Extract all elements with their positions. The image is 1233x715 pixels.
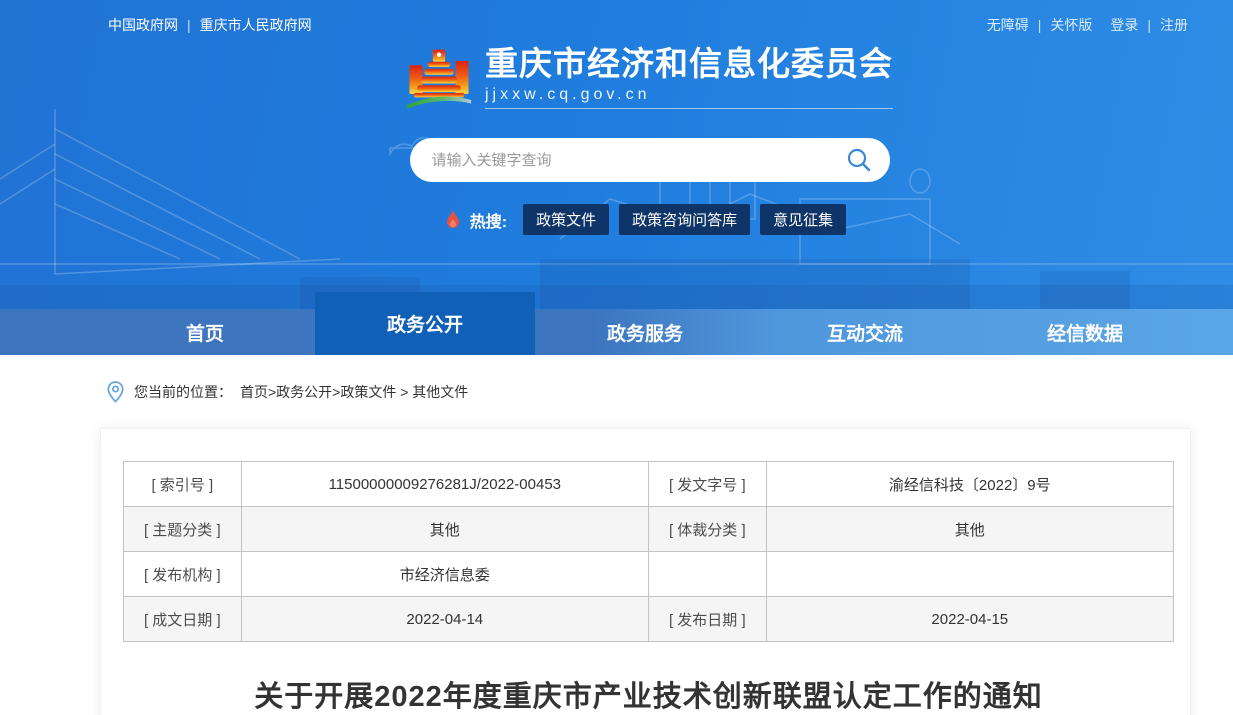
link-register[interactable]: 注册 (1160, 17, 1188, 33)
table-row: [ 发布机构 ] 市经济信息委 (124, 552, 1174, 597)
meta-value-genre-category: 其他 (766, 507, 1173, 552)
meta-value-topic-category: 其他 (241, 507, 648, 552)
document-card: [ 索引号 ] 11500000009276281J/2022-00453 [ … (100, 428, 1191, 715)
header-center-block: 重庆市经济和信息化委员会 jjxxw.cq.gov.cn 热搜: 政策文件 政策… (370, 43, 930, 235)
table-row: [ 成文日期 ] 2022-04-14 [ 发布日期 ] 2022-04-15 (124, 597, 1174, 642)
topbar: 中国政府网 | 重庆市人民政府网 无障碍 | 关怀版 登录 | 注册 (0, 0, 1233, 35)
flame-icon (443, 209, 463, 231)
breadcrumb: 您当前的位置： 首页>政务公开>政策文件 > 其他文件 (0, 355, 1233, 428)
separator: | (1038, 17, 1042, 33)
meta-value-written-date: 2022-04-14 (241, 597, 648, 642)
meta-value-document-number: 渝经信科技〔2022〕9号 (766, 462, 1173, 507)
search-icon (846, 147, 872, 173)
search-input[interactable] (432, 152, 846, 169)
agency-logo-icon (406, 43, 472, 117)
article-title: 关于开展2022年度重庆市产业技术创新联盟认定工作的通知 (123, 673, 1174, 715)
main-nav: 首页 政务公开 政务服务 互动交流 经信数据 (0, 309, 1233, 355)
nav-tab-economic-data[interactable]: 经信数据 (975, 309, 1195, 355)
nav-tab-home[interactable]: 首页 (95, 309, 315, 355)
link-care-version[interactable]: 关怀版 (1050, 17, 1092, 33)
meta-label-empty (648, 552, 766, 597)
site-brand: 重庆市经济和信息化委员会 jjxxw.cq.gov.cn (370, 43, 930, 117)
document-meta-table: [ 索引号 ] 11500000009276281J/2022-00453 [ … (123, 461, 1174, 642)
site-header: 中国政府网 | 重庆市人民政府网 无障碍 | 关怀版 登录 | 注册 (0, 0, 1233, 355)
meta-value-index-number: 11500000009276281J/2022-00453 (241, 462, 648, 507)
nav-tab-government-services[interactable]: 政务服务 (535, 309, 755, 355)
link-accessibility[interactable]: 无障碍 (987, 17, 1029, 33)
breadcrumb-path[interactable]: 首页>政务公开>政策文件 > 其他文件 (240, 382, 468, 402)
link-chongqing-gov[interactable]: 重庆市人民政府网 (200, 17, 312, 33)
search-button[interactable] (846, 147, 872, 173)
brand-text: 重庆市经济和信息化委员会 jjxxw.cq.gov.cn (485, 43, 893, 109)
search-bar (410, 138, 890, 182)
site-title: 重庆市经济和信息化委员会 (485, 43, 893, 84)
separator: | (187, 17, 191, 33)
separator: | (1147, 17, 1151, 33)
topbar-left-links: 中国政府网 | 重庆市人民政府网 (108, 15, 312, 35)
meta-label-document-number: [ 发文字号 ] (648, 462, 766, 507)
hot-search-row: 热搜: 政策文件 政策咨询问答库 意见征集 (370, 204, 930, 235)
link-login[interactable]: 登录 (1110, 17, 1138, 33)
meta-label-genre-category: [ 体裁分类 ] (648, 507, 766, 552)
meta-label-publish-date: [ 发布日期 ] (648, 597, 766, 642)
meta-label-written-date: [ 成文日期 ] (124, 597, 242, 642)
table-row: [ 主题分类 ] 其他 [ 体裁分类 ] 其他 (124, 507, 1174, 552)
hot-search-label: 热搜: (470, 208, 507, 232)
meta-label-issuing-agency: [ 发布机构 ] (124, 552, 242, 597)
nav-tab-interaction[interactable]: 互动交流 (755, 309, 975, 355)
nav-tab-government-disclosure[interactable]: 政务公开 (315, 292, 535, 355)
location-pin-icon (106, 381, 125, 403)
site-domain: jjxxw.cq.gov.cn (485, 86, 893, 104)
meta-value-issuing-agency: 市经济信息委 (241, 552, 648, 597)
topbar-right-links: 无障碍 | 关怀版 登录 | 注册 (987, 15, 1188, 35)
meta-value-publish-date: 2022-04-15 (766, 597, 1173, 642)
meta-label-index-number: [ 索引号 ] (124, 462, 242, 507)
link-china-gov[interactable]: 中国政府网 (108, 17, 178, 33)
hot-link-opinion-solicitation[interactable]: 意见征集 (760, 204, 846, 235)
hot-link-policy-qa-library[interactable]: 政策咨询问答库 (619, 204, 750, 235)
table-row: [ 索引号 ] 11500000009276281J/2022-00453 [ … (124, 462, 1174, 507)
meta-value-empty (766, 552, 1173, 597)
meta-label-topic-category: [ 主题分类 ] (124, 507, 242, 552)
breadcrumb-prefix: 您当前的位置： (134, 382, 232, 402)
hot-link-policy-documents[interactable]: 政策文件 (523, 204, 609, 235)
